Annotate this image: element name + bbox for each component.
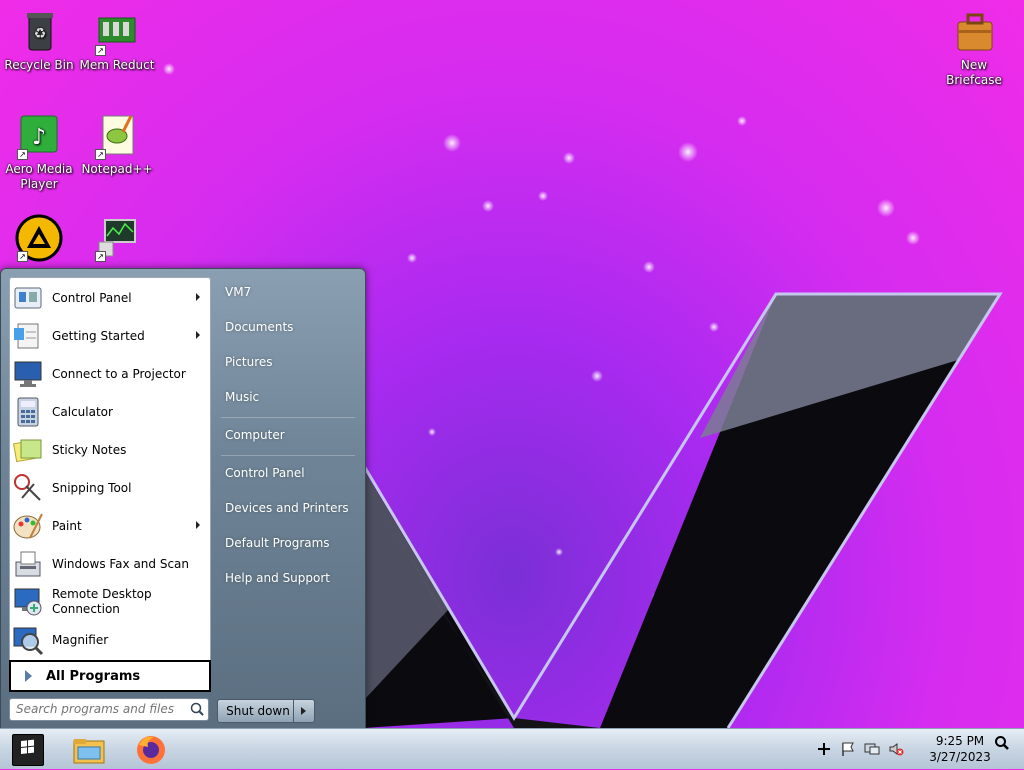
right-item-documents[interactable]: Documents — [217, 314, 365, 340]
menu-separator — [221, 417, 355, 418]
right-item-help-and-support[interactable]: Help and Support — [217, 565, 365, 591]
desktop-icon-label: New Briefcase — [946, 58, 1002, 87]
shortcut-arrow-icon: ↗ — [17, 251, 28, 262]
system-clock[interactable]: 9:25 PM 3/27/2023 — [920, 733, 1000, 765]
taskbar-file-explorer[interactable] — [72, 733, 106, 767]
program-label: Snipping Tool — [52, 481, 132, 495]
fax-icon — [12, 548, 44, 580]
magnifier-icon — [12, 624, 44, 656]
desktop-icon-resource-monitor[interactable]: ↗ — [79, 214, 155, 264]
program-connect-to-projector[interactable]: Connect to a Projector — [12, 356, 208, 392]
program-control-panel[interactable]: Control Panel — [12, 280, 208, 316]
all-programs-label: All Programs — [46, 668, 141, 684]
control-panel-icon — [12, 282, 44, 314]
desktop-icon-new-briefcase[interactable]: New Briefcase — [936, 8, 1012, 88]
menu-separator — [221, 455, 355, 456]
network-icon[interactable] — [864, 741, 880, 757]
desktop-icon-label: Notepad++ — [81, 162, 153, 176]
remote-desktop-icon — [12, 586, 44, 618]
program-remote-desktop-connection[interactable]: Remote Desktop Connection — [12, 584, 208, 620]
shutdown-button[interactable]: Shut down — [217, 699, 299, 723]
program-label: Getting Started — [52, 329, 145, 343]
desktop-icon-label: Recycle Bin — [4, 58, 74, 72]
program-sticky-notes[interactable]: Sticky Notes — [12, 432, 208, 468]
program-getting-started[interactable]: Getting Started — [12, 318, 208, 354]
program-label: Control Panel — [52, 291, 132, 305]
desktop-icon-mem-reduct[interactable]: ↗ Mem Reduct — [79, 8, 155, 73]
shortcut-arrow-icon: ↗ — [95, 251, 106, 262]
calculator-icon — [12, 396, 44, 428]
memory-chip-icon: ↗ — [93, 8, 141, 56]
right-item-user-folder[interactable]: VM7 — [217, 279, 365, 305]
start-button[interactable] — [12, 734, 44, 766]
svg-text:♻: ♻ — [34, 26, 47, 42]
recycle-bin-icon: ♻ — [15, 8, 63, 56]
desktop-icon-notepad-plus-plus[interactable]: ↗ Notepad++ — [79, 112, 155, 177]
monitor-chart-icon: ↗ — [93, 214, 141, 262]
shutdown-options-button[interactable] — [293, 699, 315, 723]
program-label: Paint — [52, 519, 82, 533]
desktop-icon-aero-media-player[interactable]: ♪ ↗ Aero Media Player — [1, 112, 77, 192]
program-label: Windows Fax and Scan — [52, 557, 190, 571]
clock-date: 3/27/2023 — [929, 750, 991, 764]
program-label: Sticky Notes — [52, 443, 127, 457]
desktop-icon-aimp[interactable]: ↗ — [1, 214, 77, 264]
right-item-music[interactable]: Music — [217, 384, 365, 410]
windows-logo-icon — [21, 739, 34, 754]
start-menu: Control Panel Getting Started Connect to… — [0, 268, 366, 730]
clock-time: 9:25 PM — [935, 734, 985, 748]
program-paint[interactable]: Paint — [12, 508, 208, 544]
plus-icon[interactable] — [816, 741, 832, 757]
music-note-icon: ♪ ↗ — [15, 112, 63, 160]
start-menu-programs-pane: Control Panel Getting Started Connect to… — [9, 277, 211, 663]
search-input[interactable] — [10, 699, 186, 718]
program-magnifier[interactable]: Magnifier — [12, 622, 208, 658]
right-item-computer[interactable]: Computer — [217, 422, 365, 448]
search-icon[interactable] — [994, 735, 1010, 751]
briefcase-icon — [950, 8, 998, 56]
file-explorer-icon — [73, 739, 105, 764]
right-item-control-panel[interactable]: Control Panel — [217, 460, 365, 486]
shortcut-arrow-icon: ↗ — [17, 149, 28, 160]
submenu-arrow-icon[interactable] — [196, 293, 200, 301]
notepad-plus-icon: ↗ — [93, 112, 141, 160]
taskbar-firefox[interactable] — [134, 733, 168, 767]
paint-palette-icon — [12, 510, 44, 542]
svg-text:♪: ♪ — [32, 125, 46, 150]
right-item-default-programs[interactable]: Default Programs — [217, 530, 365, 556]
all-programs-button[interactable]: All Programs — [9, 660, 211, 692]
scissors-icon — [12, 472, 44, 504]
desktop-icon-label: Aero Media Player — [5, 162, 73, 191]
firefox-icon — [137, 736, 165, 764]
program-snipping-tool[interactable]: Snipping Tool — [12, 470, 208, 506]
search-box[interactable] — [9, 698, 209, 721]
program-label: Remote Desktop Connection — [52, 587, 152, 616]
volume-muted-icon[interactable] — [888, 741, 904, 757]
desktop-icon-recycle-bin[interactable]: ♻ Recycle Bin — [1, 8, 77, 73]
program-calculator[interactable]: Calculator — [12, 394, 208, 430]
program-label: Magnifier — [52, 633, 109, 647]
shortcut-arrow-icon: ↗ — [95, 149, 106, 160]
right-item-pictures[interactable]: Pictures — [217, 349, 365, 375]
sticky-notes-icon — [12, 434, 44, 466]
program-label: Calculator — [52, 405, 113, 419]
taskbar: 9:25 PM 3/27/2023 — [0, 728, 1024, 769]
aimp-icon: ↗ — [15, 214, 63, 262]
program-windows-fax-and-scan[interactable]: Windows Fax and Scan — [12, 546, 208, 582]
desktop-icon-label: Mem Reduct — [79, 58, 155, 72]
search-icon[interactable] — [190, 702, 204, 716]
right-item-devices-and-printers[interactable]: Devices and Printers — [217, 495, 365, 521]
right-triangle-icon — [25, 670, 32, 682]
shortcut-arrow-icon: ↗ — [95, 45, 106, 56]
submenu-arrow-icon[interactable] — [196, 331, 200, 339]
submenu-arrow-icon[interactable] — [196, 521, 200, 529]
program-label: Connect to a Projector — [52, 367, 186, 381]
getting-started-icon — [12, 320, 44, 352]
projector-icon — [12, 358, 44, 390]
action-center-flag-icon[interactable] — [840, 741, 856, 757]
